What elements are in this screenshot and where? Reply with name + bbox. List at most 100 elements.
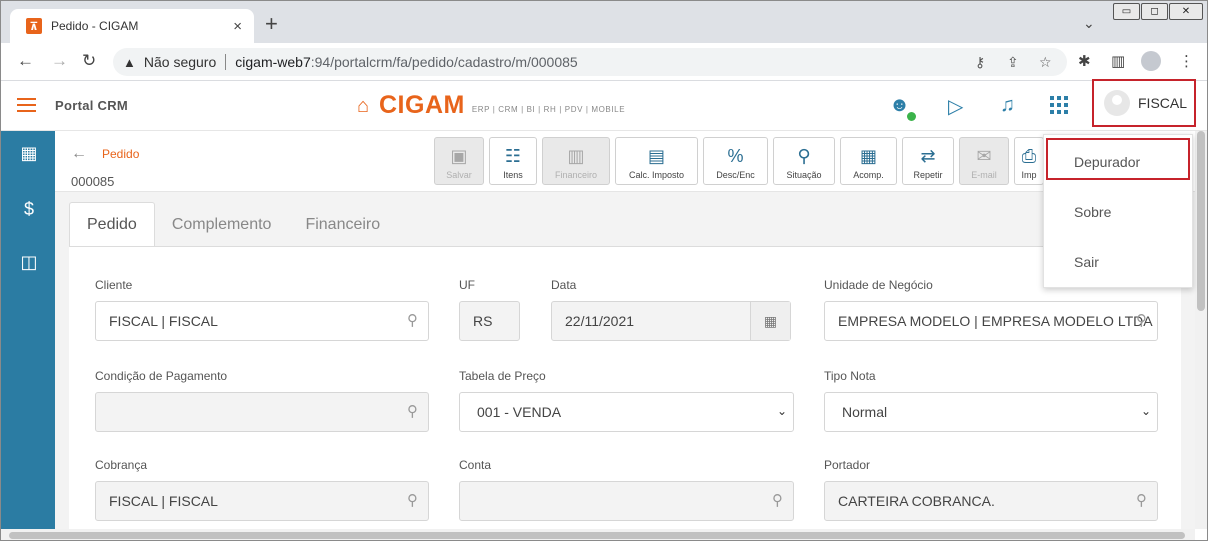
- search-icon[interactable]: ⚲: [407, 402, 418, 420]
- cobranca-label: Cobrança: [95, 458, 148, 472]
- breadcrumb[interactable]: Pedido: [102, 147, 139, 161]
- maximize-button[interactable]: ◻: [1141, 3, 1168, 20]
- tab-search-chevron-icon[interactable]: ⌄: [1083, 15, 1095, 32]
- back-arrow-icon[interactable]: ←: [71, 145, 87, 163]
- tab-strip: ⊼ Pedido - CIGAM × + ⌄ ▭ ◻ ✕: [1, 1, 1207, 43]
- print-button[interactable]: ⎙ Imp: [1014, 137, 1044, 185]
- back-arrow-icon[interactable]: ←: [17, 51, 34, 71]
- conta-label: Conta: [459, 458, 492, 472]
- save-label: Salvar: [446, 170, 472, 180]
- main-content: ← Pedido 000085 ▣ Salvar ☷ Itens ▥ Financei…: [55, 131, 1207, 540]
- search-icon[interactable]: ⚲: [1136, 491, 1147, 509]
- chevron-down-icon: ⌄: [1140, 404, 1151, 418]
- cobranca-value: FISCAL | FISCAL: [109, 493, 218, 509]
- sidebar-shopping-bag-icon[interactable]: ◫: [18, 252, 40, 274]
- tab-pedido[interactable]: Pedido: [69, 202, 155, 247]
- condicao-field[interactable]: ⚲: [95, 392, 429, 432]
- tipo-nota-label: Tipo Nota: [824, 369, 876, 383]
- bookmark-star-icon[interactable]: ☆: [1039, 54, 1052, 71]
- tab-financeiro[interactable]: Financeiro: [288, 202, 397, 247]
- tab-title: Pedido - CIGAM: [51, 19, 139, 33]
- search-icon[interactable]: ⚲: [772, 491, 783, 509]
- calendar-icon[interactable]: ▦: [750, 302, 790, 340]
- tabela-select[interactable]: 001 - VENDA ⌄: [459, 392, 794, 432]
- horizontal-scrollbar[interactable]: [1, 529, 1195, 540]
- repeat-label: Repetir: [913, 170, 943, 180]
- menu-item-sair[interactable]: Sair: [1074, 254, 1099, 270]
- portador-field[interactable]: CARTEIRA COBRANCA. ⚲: [824, 481, 1158, 521]
- share-icon[interactable]: ⇪: [1007, 54, 1019, 71]
- url-path: :94/portalcrm/fa/pedido/cadastro/m/00008…: [310, 54, 578, 70]
- new-tab-button[interactable]: +: [265, 13, 278, 35]
- tab-close-icon[interactable]: ×: [233, 18, 242, 35]
- extensions-icon[interactable]: ✱: [1078, 52, 1091, 70]
- chevron-down-icon: ⌄: [776, 404, 787, 418]
- side-panel-icon[interactable]: ▥: [1111, 52, 1125, 70]
- play-video-icon[interactable]: ▷: [948, 94, 963, 119]
- address-bar[interactable]: ▲ Não seguro cigam-web7:94/portalcrm/fa/…: [113, 48, 1067, 76]
- online-status-dot: [907, 112, 916, 121]
- cliente-field[interactable]: FISCAL | FISCAL ⚲: [95, 301, 429, 341]
- status-button[interactable]: ⚲ Situação: [773, 137, 835, 185]
- profile-avatar[interactable]: [1141, 51, 1161, 71]
- search-icon[interactable]: ⚲: [407, 311, 418, 329]
- calc-tax-label: Calc. Imposto: [628, 170, 685, 180]
- browser-tab[interactable]: ⊼ Pedido - CIGAM ×: [10, 9, 254, 43]
- unidade-value: EMPRESA MODELO | EMPRESA MODELO LTDA: [838, 313, 1153, 329]
- depurador-highlight: [1046, 138, 1190, 180]
- url-text[interactable]: cigam-web7:94/portalcrm/fa/pedido/cadast…: [235, 54, 577, 70]
- route-icon: ⚲: [797, 146, 811, 166]
- reload-icon[interactable]: ↻: [82, 51, 96, 71]
- search-icon[interactable]: ⚲: [407, 491, 418, 509]
- tab-complemento[interactable]: Complemento: [155, 202, 289, 247]
- save-button[interactable]: ▣ Salvar: [434, 137, 484, 185]
- uf-label: UF: [459, 278, 475, 292]
- forward-arrow-icon[interactable]: →: [51, 51, 68, 71]
- minimize-button[interactable]: ▭: [1113, 3, 1140, 20]
- email-button[interactable]: ✉ E-mail: [959, 137, 1009, 185]
- browser-menu-icon[interactable]: ⋮: [1179, 52, 1194, 70]
- logo-text: CIGAM: [379, 91, 465, 119]
- items-label: Itens: [503, 170, 523, 180]
- repeat-button[interactable]: ⇄ Repetir: [902, 137, 954, 185]
- browser-toolbar: ← → ↻ ▲ Não seguro cigam-web7:94/portalc…: [1, 43, 1207, 81]
- calculator-icon: ▤: [647, 146, 665, 166]
- discount-label: Desc/Enc: [716, 170, 755, 180]
- form-card: Cliente FISCAL | FISCAL ⚲ UF RS Data 22/1…: [69, 246, 1181, 540]
- uf-field: RS: [459, 301, 520, 341]
- vertical-scrollbar[interactable]: [1195, 131, 1207, 529]
- data-value: 22/11/2021: [565, 313, 635, 329]
- conta-field[interactable]: ⚲: [459, 481, 794, 521]
- data-field[interactable]: 22/11/2021 ▦: [551, 301, 791, 341]
- sidebar-money-hand-icon[interactable]: $: [18, 199, 40, 221]
- calc-tax-button[interactable]: ▤ Calc. Imposto: [615, 137, 698, 185]
- form-tabs: Pedido Complemento Financeiro: [69, 202, 397, 247]
- sidebar-building-search-icon[interactable]: ▦: [18, 143, 40, 165]
- finance-button[interactable]: ▥ Financeiro: [542, 137, 610, 185]
- close-window-button[interactable]: ✕: [1169, 3, 1203, 20]
- unidade-field[interactable]: EMPRESA MODELO | EMPRESA MODELO LTDA ⚲: [824, 301, 1158, 341]
- cobranca-field[interactable]: FISCAL | FISCAL ⚲: [95, 481, 429, 521]
- search-icon[interactable]: ⚲: [1136, 311, 1147, 329]
- items-button[interactable]: ☷ Itens: [489, 137, 537, 185]
- apps-grid-icon[interactable]: [1050, 96, 1068, 114]
- menu-item-sobre[interactable]: Sobre: [1074, 204, 1111, 220]
- portal-title: Portal CRM: [55, 98, 129, 113]
- user-name: FISCAL: [1138, 95, 1188, 111]
- status-label: Situação: [786, 170, 822, 180]
- notifications-bell-icon[interactable]: ♫: [1000, 94, 1015, 117]
- hamburger-menu-icon[interactable]: [17, 98, 36, 112]
- warning-icon: ▲: [123, 54, 136, 70]
- tipo-nota-value: Normal: [842, 404, 888, 420]
- sidebar: ▦ $ ◫: [1, 131, 55, 540]
- save-icon: ▣: [450, 146, 468, 166]
- list-icon: ☷: [504, 146, 522, 166]
- follow-up-button[interactable]: ▦ Acomp.: [840, 137, 897, 185]
- discount-button[interactable]: % Desc/Enc: [703, 137, 768, 185]
- key-icon[interactable]: ⚷: [975, 54, 985, 71]
- user-avatar-icon: [1104, 90, 1130, 116]
- tipo-nota-select[interactable]: Normal ⌄: [824, 392, 1158, 432]
- user-menu-button[interactable]: FISCAL: [1092, 79, 1196, 127]
- cigam-logo: ⌂ CIGAM ERP | CRM | BI | RH | PDV | MOBI…: [357, 91, 625, 119]
- order-code: 000085: [71, 174, 115, 189]
